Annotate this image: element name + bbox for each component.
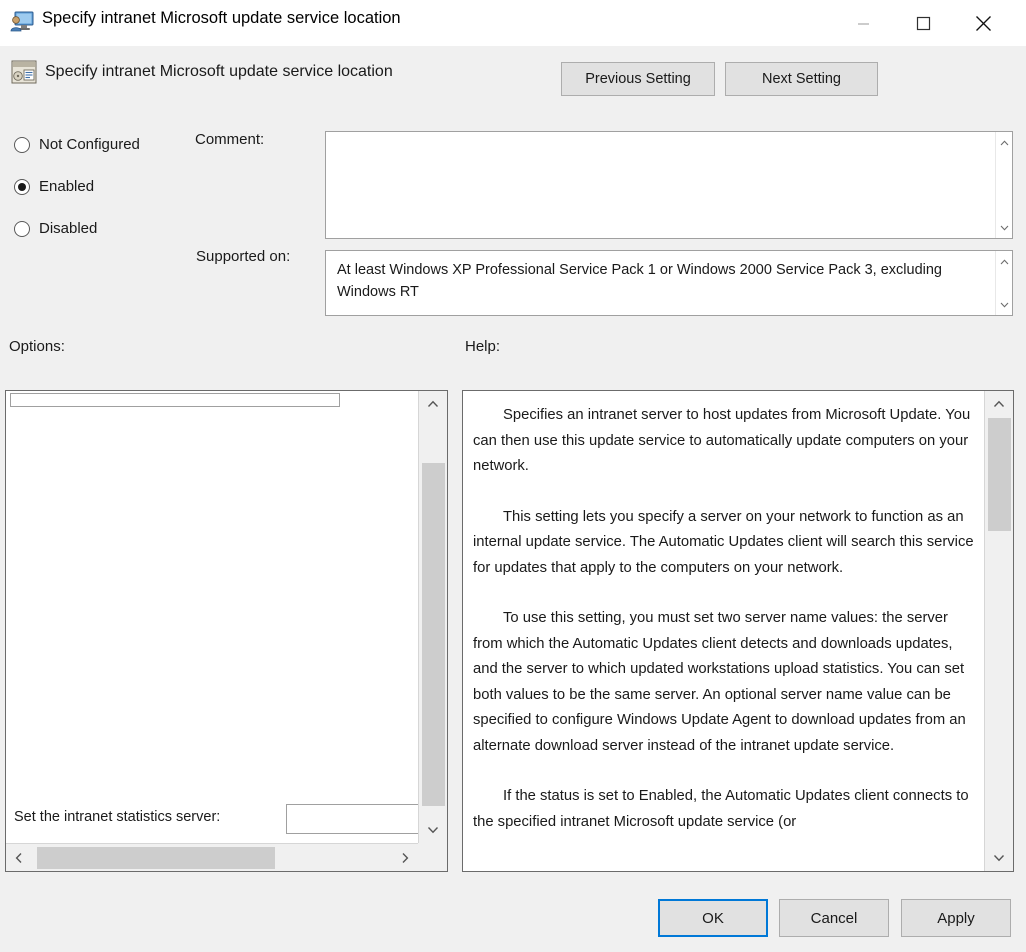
supported-on-value: At least Windows XP Professional Service… bbox=[337, 262, 942, 300]
apply-button[interactable]: Apply bbox=[901, 899, 1011, 937]
ok-button[interactable]: OK bbox=[658, 899, 768, 937]
options-horizontal-scroll-thumb[interactable] bbox=[37, 847, 275, 869]
radio-enabled-label: Enabled bbox=[39, 178, 95, 195]
help-text: Specifies an intranet server to host upd… bbox=[473, 403, 978, 860]
intranet-update-service-input[interactable] bbox=[10, 393, 340, 407]
options-vertical-scrollbar[interactable] bbox=[418, 391, 447, 843]
setting-header: Specify intranet Microsoft update servic… bbox=[0, 46, 1026, 114]
chevron-down-icon[interactable] bbox=[996, 219, 1013, 236]
minimize-button[interactable] bbox=[840, 0, 886, 46]
chevron-down-icon[interactable] bbox=[996, 296, 1013, 313]
comment-textarea[interactable] bbox=[325, 131, 1013, 239]
radio-not-configured[interactable]: Not Configured bbox=[14, 136, 140, 153]
intranet-statistics-server-input[interactable] bbox=[286, 804, 418, 834]
radio-disabled[interactable]: Disabled bbox=[14, 220, 97, 237]
options-vertical-scroll-thumb[interactable] bbox=[422, 463, 445, 806]
next-setting-button[interactable]: Next Setting bbox=[725, 62, 878, 96]
radio-not-configured-label: Not Configured bbox=[39, 136, 140, 153]
scroll-down-icon[interactable] bbox=[985, 845, 1013, 871]
setting-title: Specify intranet Microsoft update servic… bbox=[45, 63, 393, 80]
help-vertical-scrollbar[interactable] bbox=[984, 391, 1013, 871]
radio-circle-icon bbox=[14, 136, 30, 153]
options-horizontal-scrollbar[interactable] bbox=[6, 843, 418, 871]
chevron-up-icon[interactable] bbox=[996, 134, 1013, 151]
help-paragraph: Specifies an intranet server to host upd… bbox=[473, 407, 971, 474]
policy-setting-icon bbox=[11, 60, 37, 84]
supported-on-scrollbar[interactable] bbox=[995, 251, 1012, 315]
group-policy-setting-dialog: Specify intranet Microsoft update servic… bbox=[0, 0, 1026, 952]
radio-enabled[interactable]: Enabled bbox=[14, 178, 94, 195]
scroll-left-icon[interactable] bbox=[6, 844, 32, 871]
help-paragraph: This setting lets you specify a server o… bbox=[473, 508, 974, 576]
supported-on-textarea[interactable]: At least Windows XP Professional Service… bbox=[325, 250, 1013, 316]
supported-on-label: Supported on: bbox=[196, 248, 291, 265]
maximize-button[interactable] bbox=[900, 0, 946, 46]
title-bar: Specify intranet Microsoft update servic… bbox=[0, 0, 1026, 46]
help-pane: Specifies an intranet server to host upd… bbox=[462, 390, 1014, 872]
options-label: Options: bbox=[9, 338, 65, 355]
chevron-up-icon[interactable] bbox=[996, 253, 1013, 270]
options-scroll-content: Set the intranet statistics server: Set … bbox=[6, 391, 418, 843]
help-vertical-scroll-thumb[interactable] bbox=[988, 418, 1011, 531]
options-pane: Set the intranet statistics server: Set … bbox=[5, 390, 448, 872]
cancel-button[interactable]: Cancel bbox=[779, 899, 889, 937]
radio-circle-selected-icon bbox=[14, 178, 30, 195]
comment-label: Comment: bbox=[195, 131, 265, 148]
scroll-down-icon[interactable] bbox=[419, 817, 447, 843]
help-paragraph: To use this setting, you must set two se… bbox=[473, 610, 966, 754]
scroll-up-icon[interactable] bbox=[985, 391, 1013, 417]
help-label: Help: bbox=[465, 338, 501, 355]
radio-disabled-label: Disabled bbox=[39, 220, 98, 237]
monitor-user-icon bbox=[10, 11, 34, 33]
scroll-right-icon[interactable] bbox=[392, 844, 418, 871]
scrollbar-corner bbox=[418, 843, 447, 871]
window-title: Specify intranet Microsoft update servic… bbox=[42, 9, 401, 27]
scroll-up-icon[interactable] bbox=[419, 391, 447, 417]
radio-circle-icon bbox=[14, 220, 30, 237]
help-paragraph: If the status is set to Enabled, the Aut… bbox=[473, 788, 969, 830]
comment-scrollbar[interactable] bbox=[995, 132, 1012, 238]
previous-setting-button[interactable]: Previous Setting bbox=[561, 62, 715, 96]
close-button[interactable] bbox=[960, 0, 1006, 46]
intranet-statistics-server-label: Set the intranet statistics server: bbox=[14, 809, 221, 825]
